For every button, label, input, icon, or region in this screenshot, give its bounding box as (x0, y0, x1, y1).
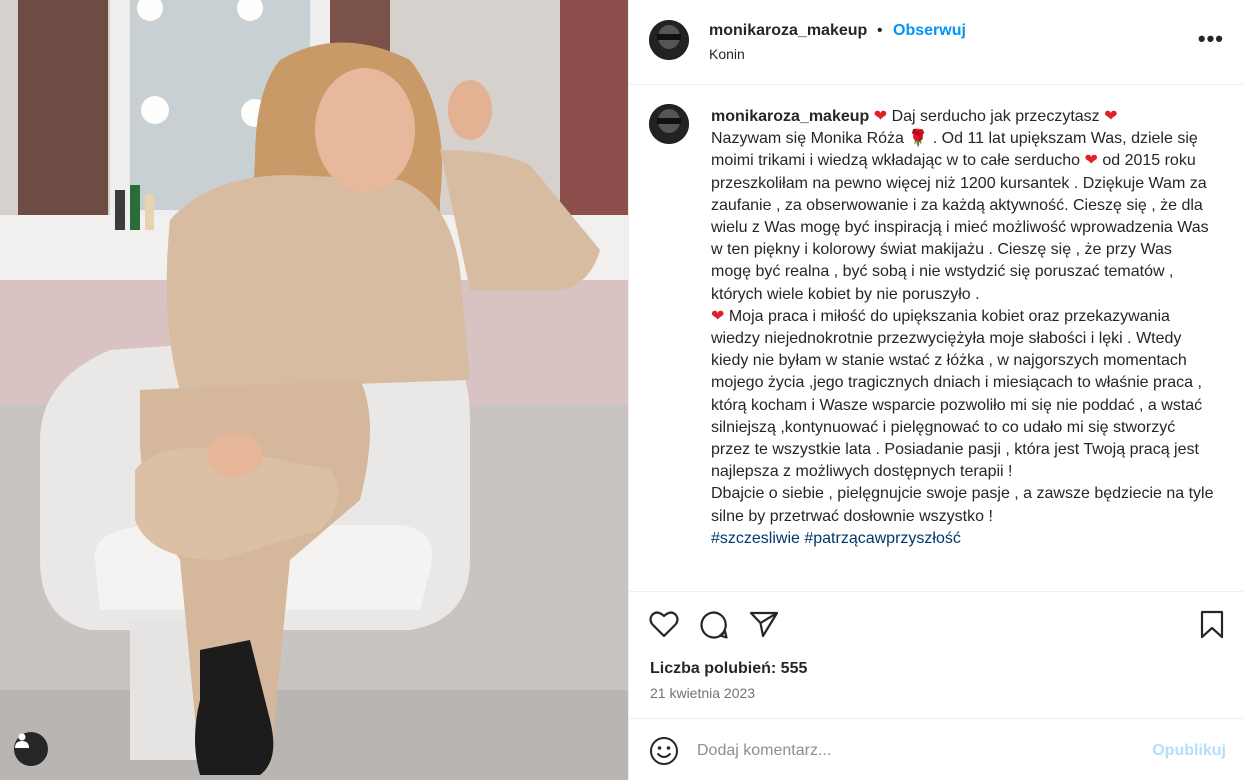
post-header: monikaroza_makeup • Obserwuj Konin ••• (629, 0, 1243, 85)
post-location[interactable]: Konin (709, 46, 745, 62)
comment-input[interactable] (697, 738, 1117, 764)
avatar-image (649, 20, 689, 60)
caption-hashtags[interactable]: #szczesliwie #patrzącawprzyszłość (711, 530, 961, 547)
more-options-icon[interactable]: ••• (1198, 26, 1224, 52)
emoji-icon[interactable] (649, 736, 679, 771)
post-caption: monikaroza_makeup ❤ Daj serducho jak prz… (711, 106, 1216, 550)
save-bookmark-icon[interactable] (1199, 610, 1225, 645)
comment-icon[interactable] (699, 610, 729, 645)
caption-paragraph-3: Moja praca i miłość do upiększania kobie… (711, 307, 1207, 481)
caption-paragraph-2: od 2015 roku przeszkoliłam na pewno więc… (711, 152, 1214, 303)
tagged-user-button[interactable] (14, 732, 48, 766)
header-separator: • (877, 22, 883, 39)
heart-emoji-icon: ❤ (1084, 152, 1098, 170)
author-username[interactable]: monikaroza_makeup (709, 22, 867, 40)
publish-button[interactable]: Opublikuj (1152, 742, 1226, 760)
heart-emoji-icon: ❤ (711, 307, 725, 325)
post-actions: Liczba polubień: 555 21 kwietnia 2023 (629, 591, 1243, 719)
post-side-panel: monikaroza_makeup • Obserwuj Konin ••• m… (628, 0, 1243, 780)
comment-bar: Opublikuj (629, 720, 1243, 780)
author-avatar[interactable] (649, 20, 689, 60)
caption-scroll-area[interactable]: monikaroza_makeup ❤ Daj serducho jak prz… (629, 86, 1243, 591)
tagged-user-icon (15, 733, 29, 748)
caption-username[interactable]: monikaroza_makeup (711, 108, 869, 125)
post-photo[interactable] (0, 0, 628, 780)
avatar-image (649, 104, 689, 144)
likes-count[interactable]: Liczba polubień: 555 (650, 660, 807, 678)
post-date[interactable]: 21 kwietnia 2023 (650, 685, 755, 701)
follow-button[interactable]: Obserwuj (893, 22, 966, 40)
like-heart-icon[interactable] (649, 610, 679, 643)
heart-emoji-icon: ❤ (873, 108, 888, 125)
caption-line-1: Daj serducho jak przeczytasz (887, 108, 1105, 125)
share-icon[interactable] (749, 610, 779, 643)
post-photo-illustration (0, 0, 628, 780)
caption-paragraph-4: Dbajcie o siebie , pielęgnujcie swoje pa… (711, 485, 1218, 525)
caption-author-avatar[interactable] (649, 104, 689, 144)
heart-emoji-icon: ❤ (1104, 108, 1118, 125)
